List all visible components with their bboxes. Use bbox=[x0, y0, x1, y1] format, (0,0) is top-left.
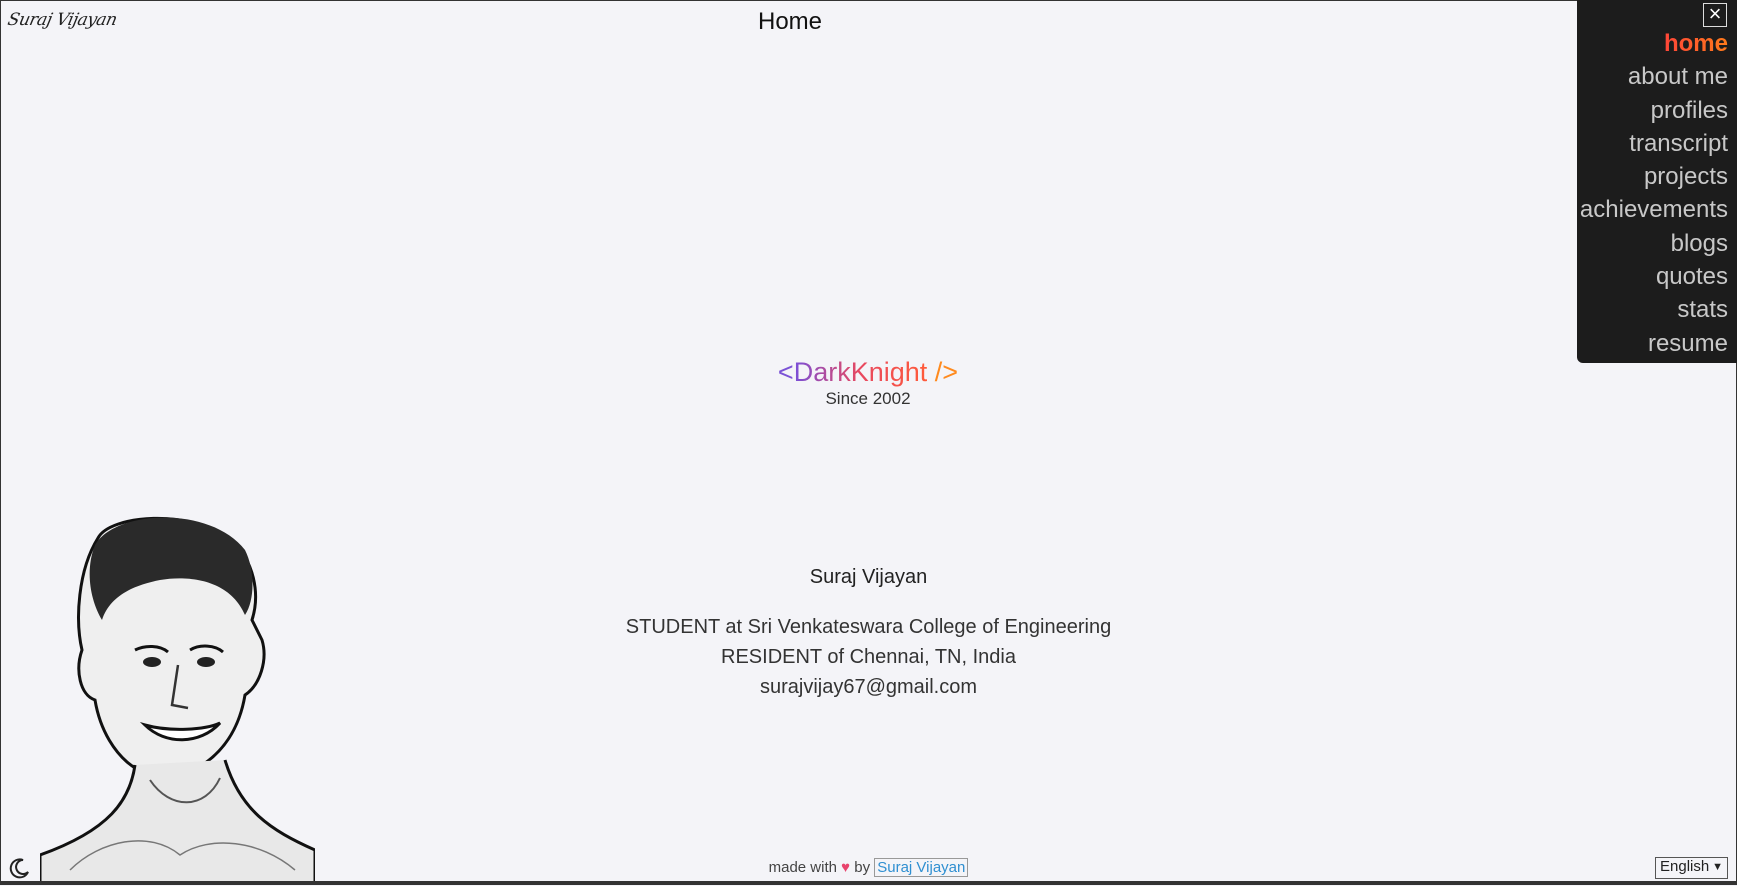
profile-details: STUDENT at Sri Venkateswara College of E… bbox=[560, 612, 1177, 702]
footer: made with ♥ by Suraj Vijayan bbox=[0, 858, 1737, 877]
portrait-sketch-image bbox=[40, 516, 315, 885]
footer-by: by bbox=[854, 859, 871, 876]
chevron-down-icon: ▼ bbox=[1712, 861, 1723, 873]
menu-item-quotes[interactable]: quotes bbox=[1580, 260, 1728, 293]
heart-icon: ♥ bbox=[841, 859, 851, 876]
menu-item-achievements[interactable]: achievements bbox=[1580, 193, 1728, 226]
brand-open-tag: < bbox=[777, 357, 794, 387]
profile-occupation: STUDENT at Sri Venkateswara College of E… bbox=[625, 616, 1112, 638]
brand-since: Since 2002 bbox=[825, 389, 911, 408]
brand-name-text: DarkKnight bbox=[793, 357, 928, 387]
brand-close-tag: /> bbox=[927, 357, 959, 387]
nav-menu-panel: × home about me profiles transcript proj… bbox=[1577, 0, 1737, 363]
brand-name: <DarkKnight /> bbox=[776, 356, 960, 388]
footer-made-with: made with bbox=[768, 859, 837, 876]
close-icon[interactable]: × bbox=[1703, 3, 1727, 27]
menu-item-stats[interactable]: stats bbox=[1580, 293, 1728, 326]
language-selected: English bbox=[1660, 858, 1710, 875]
menu-item-profiles[interactable]: profiles bbox=[1580, 94, 1728, 127]
profile-residence: RESIDENT of Chennai, TN, India bbox=[721, 646, 1016, 668]
nav-menu-list: home about me profiles transcript projec… bbox=[1580, 27, 1728, 360]
language-select[interactable]: English ▼ bbox=[1655, 857, 1728, 879]
menu-item-projects[interactable]: projects bbox=[1580, 160, 1728, 193]
brand-block: <DarkKnight /> Since 2002 bbox=[776, 356, 960, 409]
page-title: Home bbox=[757, 8, 823, 35]
profile-name: Suraj Vijayan bbox=[809, 566, 928, 588]
footer-author-link[interactable]: Suraj Vijayan bbox=[874, 858, 969, 877]
menu-item-blogs[interactable]: blogs bbox=[1580, 227, 1728, 260]
menu-item-transcript[interactable]: transcript bbox=[1580, 127, 1728, 160]
bottom-border bbox=[0, 881, 1737, 885]
menu-item-resume[interactable]: resume bbox=[1580, 327, 1728, 360]
menu-item-home[interactable]: home bbox=[1580, 27, 1728, 60]
menu-item-about-me[interactable]: about me bbox=[1580, 60, 1728, 93]
profile-email[interactable]: surajvijay67@gmail.com bbox=[560, 672, 1177, 702]
